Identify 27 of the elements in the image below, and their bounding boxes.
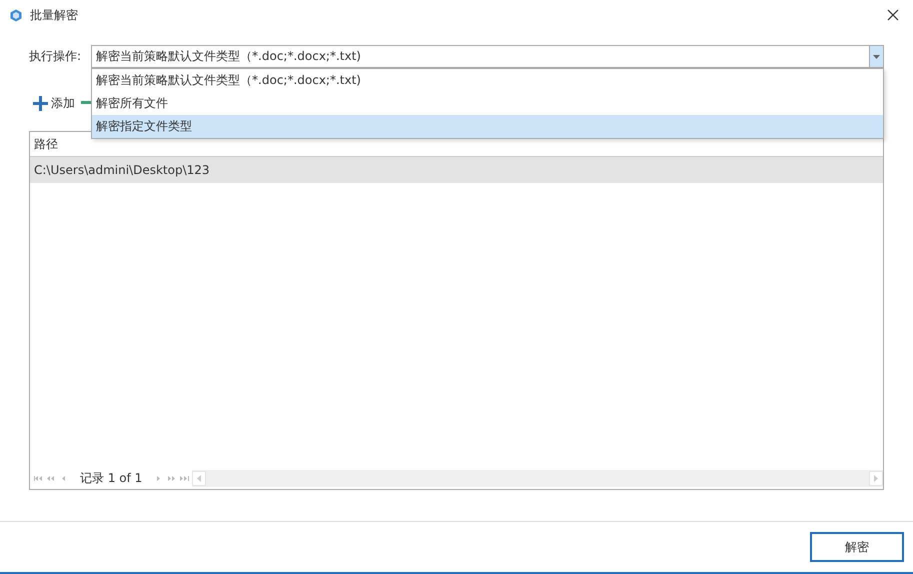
decrypt-button[interactable]: 解密 <box>810 532 904 562</box>
left-arrow-icon <box>197 475 202 482</box>
record-count: 记录 1 of 1 <box>79 470 144 487</box>
next2-arrow-icon <box>165 473 176 484</box>
first-page-button[interactable] <box>33 473 44 484</box>
last-arrow-icon <box>178 473 190 484</box>
prev2-arrow-icon <box>46 473 57 484</box>
operation-label: 执行操作: <box>29 48 82 65</box>
dropdown-toggle[interactable] <box>869 46 883 67</box>
prev2-page-button[interactable] <box>46 473 57 484</box>
table-row[interactable]: C:\Users\admini\Desktop\123 <box>30 157 883 183</box>
next2-page-button[interactable] <box>165 473 176 484</box>
last-page-button[interactable] <box>178 473 190 484</box>
first-arrow-icon <box>33 473 44 484</box>
dropdown-option[interactable]: 解密指定文件类型 <box>92 115 883 138</box>
minus-icon[interactable] <box>81 101 92 105</box>
window-title: 批量解密 <box>30 6 79 24</box>
scroll-left-button[interactable] <box>192 471 206 486</box>
dropdown-option[interactable]: 解密所有文件 <box>92 92 883 115</box>
app-cube-icon <box>10 8 22 22</box>
add-button[interactable]: 添加 <box>33 94 75 112</box>
plus-icon <box>33 96 48 110</box>
close-icon <box>887 9 899 21</box>
right-arrow-icon <box>874 475 878 482</box>
caret-icon <box>873 54 880 58</box>
dropdown-option[interactable]: 解密当前策略默认文件类型（*.doc;*.docx;*.txt) <box>92 69 883 92</box>
scroll-right-button[interactable] <box>869 471 883 486</box>
